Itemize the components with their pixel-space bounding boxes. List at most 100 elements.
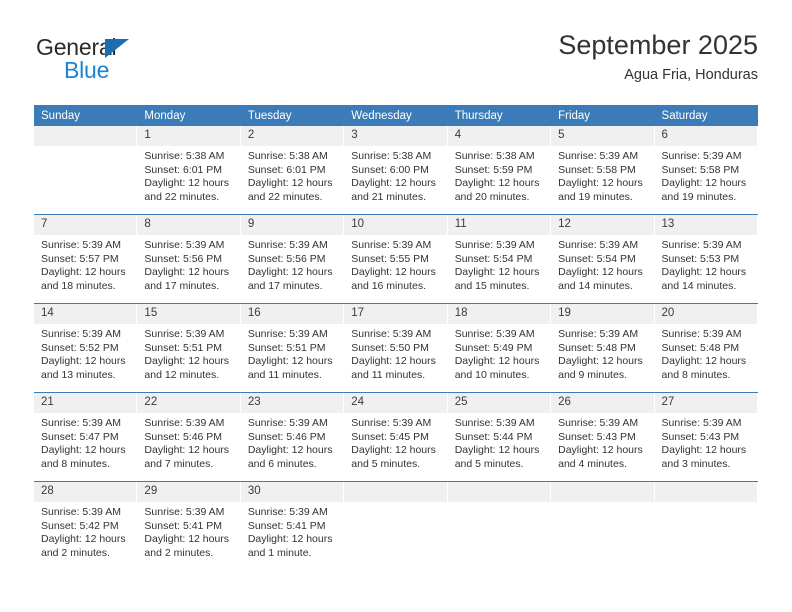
title-block: September 2025 Agua Fria, Honduras [558,28,758,86]
day-cell[interactable]: 20 Sunrise: 5:39 AM Sunset: 5:48 PM Dayl… [654,304,758,392]
daylight-text-line1: Daylight: 12 hours [661,444,747,457]
day-details: Sunrise: 5:39 AM Sunset: 5:58 PM Dayligh… [655,146,758,204]
day-cell[interactable]: 23 Sunrise: 5:39 AM Sunset: 5:46 PM Dayl… [240,393,345,481]
sunset-text: Sunset: 5:41 PM [144,519,223,532]
sunrise-text: Sunrise: 5:39 AM [454,417,535,429]
day-cell[interactable]: 25 Sunrise: 5:39 AM Sunset: 5:44 PM Dayl… [447,393,552,481]
day-number: 21 [34,393,138,413]
column-header-sunday: Sunday [34,105,138,126]
daylight-text-line2: and 14 minutes. [558,279,633,292]
day-cell[interactable]: 19 Sunrise: 5:39 AM Sunset: 5:48 PM Dayl… [551,304,655,392]
daylight-text-line2: and 22 minutes. [247,190,323,203]
sunset-text: Sunset: 5:50 PM [351,341,429,354]
day-cell[interactable]: 15 Sunrise: 5:39 AM Sunset: 5:51 PM Dayl… [137,304,241,392]
day-cell[interactable]: 26 Sunrise: 5:39 AM Sunset: 5:43 PM Dayl… [551,393,655,481]
general-blue-logo[interactable]: General Blue [36,34,236,86]
daylight-text-line1: Daylight: 12 hours [144,177,230,190]
day-details: Sunrise: 5:39 AM Sunset: 5:42 PM Dayligh… [34,502,137,560]
day-cell[interactable] [344,482,448,570]
day-number: 27 [654,393,758,413]
sunrise-text: Sunrise: 5:39 AM [558,239,639,251]
day-number: 14 [34,304,138,324]
day-cell[interactable]: 12 Sunrise: 5:39 AM Sunset: 5:54 PM Dayl… [551,215,655,303]
day-cell[interactable]: 18 Sunrise: 5:39 AM Sunset: 5:49 PM Dayl… [447,304,552,392]
daylight-text-line2: and 19 minutes. [661,190,737,203]
daylight-text-line2: and 10 minutes. [454,368,530,381]
day-cell[interactable]: 14 Sunrise: 5:39 AM Sunset: 5:52 PM Dayl… [34,304,138,392]
sunrise-text: Sunrise: 5:39 AM [144,328,225,340]
day-cell[interactable]: 8 Sunrise: 5:39 AM Sunset: 5:56 PM Dayli… [137,215,241,303]
daylight-text-line1: Daylight: 12 hours [351,444,436,457]
sunrise-text: Sunrise: 5:39 AM [351,328,432,340]
day-number: 28 [34,482,138,502]
day-cell[interactable]: 1 Sunrise: 5:38 AM Sunset: 6:01 PM Dayli… [137,126,241,214]
daylight-text-line1: Daylight: 12 hours [144,533,230,546]
sunset-text: Sunset: 5:54 PM [454,252,533,265]
daylight-text-line2: and 8 minutes. [41,457,110,470]
day-cell[interactable]: 9 Sunrise: 5:39 AM Sunset: 5:56 PM Dayli… [240,215,345,303]
day-number: 19 [551,304,655,324]
sunset-text: Sunset: 5:58 PM [558,163,636,176]
day-number: 6 [654,126,758,146]
day-number: 5 [551,126,655,146]
daylight-text-line1: Daylight: 12 hours [558,444,643,457]
day-cell[interactable]: 6 Sunrise: 5:39 AM Sunset: 5:58 PM Dayli… [654,126,758,214]
daylight-text-line1: Daylight: 12 hours [41,444,126,457]
day-number: 24 [344,393,448,413]
day-cell[interactable]: 28 Sunrise: 5:39 AM Sunset: 5:42 PM Dayl… [34,482,138,570]
daylight-text-line2: and 17 minutes. [247,279,323,292]
day-cell[interactable]: 16 Sunrise: 5:39 AM Sunset: 5:51 PM Dayl… [240,304,345,392]
daylight-text-line1: Daylight: 12 hours [558,355,643,368]
day-cell[interactable]: 24 Sunrise: 5:39 AM Sunset: 5:45 PM Dayl… [344,393,448,481]
day-cell[interactable]: 17 Sunrise: 5:39 AM Sunset: 5:50 PM Dayl… [344,304,448,392]
daylight-text-line2: and 12 minutes. [144,368,220,381]
day-cell[interactable]: 11 Sunrise: 5:39 AM Sunset: 5:54 PM Dayl… [447,215,552,303]
day-cell[interactable]: 13 Sunrise: 5:39 AM Sunset: 5:53 PM Dayl… [654,215,758,303]
day-details: Sunrise: 5:39 AM Sunset: 5:48 PM Dayligh… [655,324,758,382]
column-header-monday: Monday [137,105,241,126]
day-cell[interactable] [654,482,758,570]
daylight-text-line2: and 6 minutes. [247,457,317,470]
sunrise-text: Sunrise: 5:39 AM [144,506,225,518]
day-details: Sunrise: 5:39 AM Sunset: 5:54 PM Dayligh… [448,235,551,293]
day-number: 8 [137,215,241,235]
day-cell[interactable]: 27 Sunrise: 5:39 AM Sunset: 5:43 PM Dayl… [654,393,758,481]
week-row: 21 Sunrise: 5:39 AM Sunset: 5:47 PM Dayl… [34,392,758,482]
day-cell[interactable]: 29 Sunrise: 5:39 AM Sunset: 5:41 PM Dayl… [137,482,241,570]
day-cell[interactable]: 5 Sunrise: 5:39 AM Sunset: 5:58 PM Dayli… [551,126,655,214]
day-cell[interactable]: 3 Sunrise: 5:38 AM Sunset: 6:00 PM Dayli… [344,126,448,214]
day-cell[interactable]: 22 Sunrise: 5:39 AM Sunset: 5:46 PM Dayl… [137,393,241,481]
day-cell[interactable]: 30 Sunrise: 5:39 AM Sunset: 5:41 PM Dayl… [240,482,345,570]
day-cell[interactable]: 21 Sunrise: 5:39 AM Sunset: 5:47 PM Dayl… [34,393,138,481]
daylight-text-line2: and 16 minutes. [351,279,426,292]
day-cell[interactable]: 2 Sunrise: 5:38 AM Sunset: 6:01 PM Dayli… [240,126,345,214]
sunrise-text: Sunrise: 5:39 AM [144,417,225,429]
day-cell[interactable]: 10 Sunrise: 5:39 AM Sunset: 5:55 PM Dayl… [344,215,448,303]
daylight-text-line1: Daylight: 12 hours [41,266,126,279]
day-number: 10 [344,215,448,235]
day-number: 3 [344,126,448,146]
day-number: 25 [447,393,552,413]
daylight-text-line2: and 20 minutes. [454,190,530,203]
sunrise-text: Sunrise: 5:39 AM [247,506,328,518]
daylight-text-line1: Daylight: 12 hours [247,177,333,190]
day-cell[interactable] [551,482,655,570]
logo-word-blue: Blue [64,57,110,83]
sunrise-text: Sunrise: 5:39 AM [41,417,121,429]
sunset-text: Sunset: 5:43 PM [558,430,636,443]
day-cell[interactable]: 7 Sunrise: 5:39 AM Sunset: 5:57 PM Dayli… [34,215,138,303]
day-cell[interactable] [447,482,552,570]
day-details: Sunrise: 5:39 AM Sunset: 5:48 PM Dayligh… [551,324,654,382]
sunset-text: Sunset: 5:57 PM [41,252,119,265]
calendar-header-row: Sunday Monday Tuesday Wednesday Thursday… [34,105,758,126]
day-number: 12 [551,215,655,235]
sunrise-text: Sunrise: 5:39 AM [454,328,535,340]
sunrise-text: Sunrise: 5:39 AM [661,239,742,251]
daylight-text-line2: and 18 minutes. [41,279,116,292]
day-cell[interactable]: 4 Sunrise: 5:38 AM Sunset: 5:59 PM Dayli… [447,126,552,214]
day-cell[interactable] [34,126,138,214]
day-details: Sunrise: 5:39 AM Sunset: 5:56 PM Dayligh… [241,235,344,293]
column-header-saturday: Saturday [654,105,758,126]
daylight-text-line2: and 2 minutes. [41,546,110,559]
daylight-text-line1: Daylight: 12 hours [454,266,540,279]
